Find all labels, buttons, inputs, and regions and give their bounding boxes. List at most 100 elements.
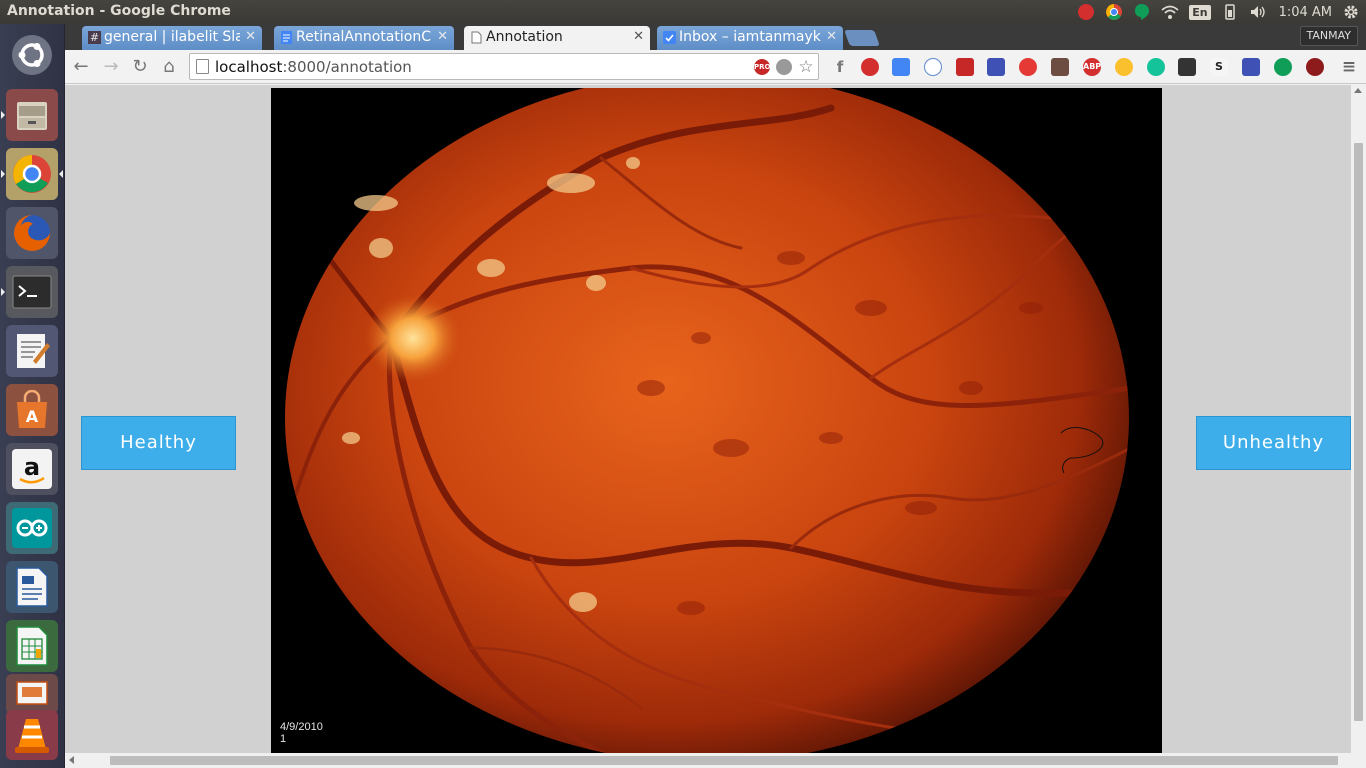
hangouts-tray-icon[interactable] bbox=[1133, 3, 1151, 21]
launcher-vlc[interactable] bbox=[6, 710, 58, 760]
instagram-icon[interactable] bbox=[1051, 58, 1069, 76]
fundus-image: 4/9/2010 1 bbox=[271, 88, 1162, 753]
bookmark-extension-icon[interactable] bbox=[956, 58, 974, 76]
wifi-icon[interactable] bbox=[1161, 3, 1179, 21]
tab-strip: # general | ilabelit Slac ✕ RetinalAnnot… bbox=[65, 24, 1366, 50]
keyboard-layout-indicator[interactable]: En bbox=[1189, 4, 1211, 20]
firefox-icon bbox=[14, 215, 50, 251]
software-center-bag-icon: A bbox=[17, 390, 47, 428]
focused-indicator bbox=[59, 170, 63, 178]
svg-text:A: A bbox=[26, 407, 39, 426]
tab-retinal-annotation-doc[interactable]: RetinalAnnotationC ✕ bbox=[274, 26, 454, 50]
running-indicator bbox=[1, 170, 5, 178]
address-bar[interactable]: localhost:8000/annotation PRO ☆ bbox=[189, 53, 819, 80]
launcher-dash-button[interactable] bbox=[6, 29, 58, 81]
profile-button[interactable]: TANMAY bbox=[1299, 26, 1358, 46]
bookmark-star-icon[interactable]: ☆ bbox=[798, 59, 814, 76]
launcher-terminal[interactable] bbox=[6, 266, 58, 318]
phone-extension-icon[interactable] bbox=[924, 58, 942, 76]
page-info-icon[interactable] bbox=[196, 59, 209, 74]
url-text[interactable]: localhost:8000/annotation bbox=[215, 58, 412, 76]
launcher-amazon[interactable]: a bbox=[6, 443, 58, 495]
clock[interactable]: 1:04 AM bbox=[1279, 5, 1332, 20]
tab-close-icon[interactable]: ✕ bbox=[437, 29, 448, 44]
tab-close-icon[interactable]: ✕ bbox=[826, 29, 837, 44]
writer-document-icon bbox=[16, 567, 48, 607]
vertical-scroll-thumb[interactable] bbox=[1354, 143, 1363, 721]
tab-slack[interactable]: # general | ilabelit Slac ✕ bbox=[82, 26, 262, 50]
launcher-libreoffice-calc[interactable] bbox=[6, 620, 58, 672]
calendar-extension-icon[interactable] bbox=[1242, 58, 1260, 76]
launcher-text-editor[interactable] bbox=[6, 325, 58, 377]
chrome-icon bbox=[13, 155, 51, 193]
horizontal-scrollbar[interactable] bbox=[65, 753, 1366, 768]
keyboard-extension-icon[interactable] bbox=[987, 58, 1005, 76]
tab-label: Annotation bbox=[486, 29, 563, 45]
tab-inbox[interactable]: Inbox – iamtanmayk ✕ bbox=[657, 26, 843, 50]
pocket-icon[interactable] bbox=[1178, 58, 1196, 76]
unhealthy-button[interactable]: Unhealthy bbox=[1196, 416, 1351, 470]
page-icon bbox=[470, 31, 483, 44]
back-arrow-icon[interactable]: ← bbox=[70, 56, 92, 78]
browser-toolbar: ← → ↻ ⌂ localhost:8000/annotation PRO ☆ … bbox=[65, 50, 1366, 84]
slack-hash-icon: # bbox=[88, 31, 101, 44]
google-translate-icon[interactable] bbox=[892, 58, 910, 76]
ubuntu-logo-icon bbox=[12, 35, 52, 75]
launcher-libreoffice-writer[interactable] bbox=[6, 561, 58, 613]
launcher-libreoffice-impress[interactable] bbox=[6, 674, 58, 714]
arduino-icon bbox=[12, 508, 52, 548]
terminal-icon bbox=[12, 275, 52, 309]
scroll-up-arrow-icon[interactable] bbox=[1354, 88, 1362, 93]
forward-arrow-icon[interactable]: → bbox=[100, 56, 122, 78]
calc-spreadsheet-icon bbox=[16, 626, 48, 666]
amazon-icon: a bbox=[12, 449, 52, 489]
vertical-scrollbar[interactable] bbox=[1351, 85, 1366, 753]
google-docs-icon bbox=[280, 31, 293, 44]
text-editor-icon bbox=[17, 334, 50, 368]
tab-close-icon[interactable]: ✕ bbox=[245, 29, 256, 44]
adblock-plus-icon[interactable]: ABP bbox=[1083, 58, 1101, 76]
page-viewport: Healthy 4/9/2010 1 Unhealthy bbox=[65, 85, 1366, 768]
image-index: 1 bbox=[280, 733, 287, 745]
tab-label: Inbox – iamtanmayk bbox=[679, 29, 821, 45]
s-extension-icon[interactable]: S bbox=[1210, 58, 1228, 76]
horizontal-scroll-thumb[interactable] bbox=[110, 756, 1338, 765]
tab-label: RetinalAnnotationC bbox=[296, 29, 431, 45]
running-indicator bbox=[1, 288, 5, 296]
chrome-tray-icon[interactable] bbox=[1105, 3, 1123, 21]
new-tab-button[interactable] bbox=[844, 30, 880, 46]
launcher-chrome[interactable] bbox=[6, 148, 58, 200]
tab-close-icon[interactable]: ✕ bbox=[633, 29, 644, 44]
lightbulb-icon[interactable] bbox=[776, 59, 792, 75]
svg-text:a: a bbox=[24, 453, 40, 481]
battery-icon[interactable] bbox=[1221, 3, 1239, 21]
stop-hand-extension-icon[interactable] bbox=[861, 58, 879, 76]
running-indicator bbox=[1, 111, 5, 119]
chrome-window: # general | ilabelit Slac ✕ RetinalAnnot… bbox=[65, 24, 1366, 768]
tab-annotation[interactable]: Annotation ✕ bbox=[464, 26, 650, 50]
healthy-button[interactable]: Healthy bbox=[81, 416, 236, 470]
emoji-extension-icon[interactable] bbox=[1115, 58, 1133, 76]
window-title: Annotation - Google Chrome bbox=[7, 3, 231, 19]
launcher-software-center[interactable]: A bbox=[6, 384, 58, 436]
reload-icon[interactable]: ↻ bbox=[129, 56, 151, 78]
launcher-arduino[interactable] bbox=[6, 502, 58, 554]
launcher-files[interactable] bbox=[6, 89, 58, 141]
facebook-icon[interactable]: f bbox=[831, 58, 849, 76]
couch-extension-icon[interactable] bbox=[1306, 58, 1324, 76]
launcher: A a bbox=[0, 24, 65, 768]
volume-icon[interactable] bbox=[1249, 3, 1267, 21]
scroll-left-arrow-icon[interactable] bbox=[69, 756, 74, 764]
hangouts-icon[interactable] bbox=[1274, 58, 1292, 76]
settings-gear-icon[interactable] bbox=[1342, 3, 1360, 21]
chrome-menu-icon[interactable]: ≡ bbox=[1340, 58, 1358, 76]
burst-extension-icon[interactable] bbox=[1019, 58, 1037, 76]
launcher-firefox[interactable] bbox=[6, 207, 58, 259]
grammarly-icon[interactable] bbox=[1147, 58, 1165, 76]
pro-extension-icon[interactable]: PRO bbox=[754, 59, 770, 75]
system-tray: En 1:04 AM bbox=[1077, 2, 1360, 22]
file-cabinet-icon bbox=[17, 102, 47, 130]
home-icon[interactable]: ⌂ bbox=[158, 56, 180, 78]
record-icon[interactable] bbox=[1077, 3, 1095, 21]
image-date-caption: 4/9/2010 1 bbox=[280, 721, 323, 745]
